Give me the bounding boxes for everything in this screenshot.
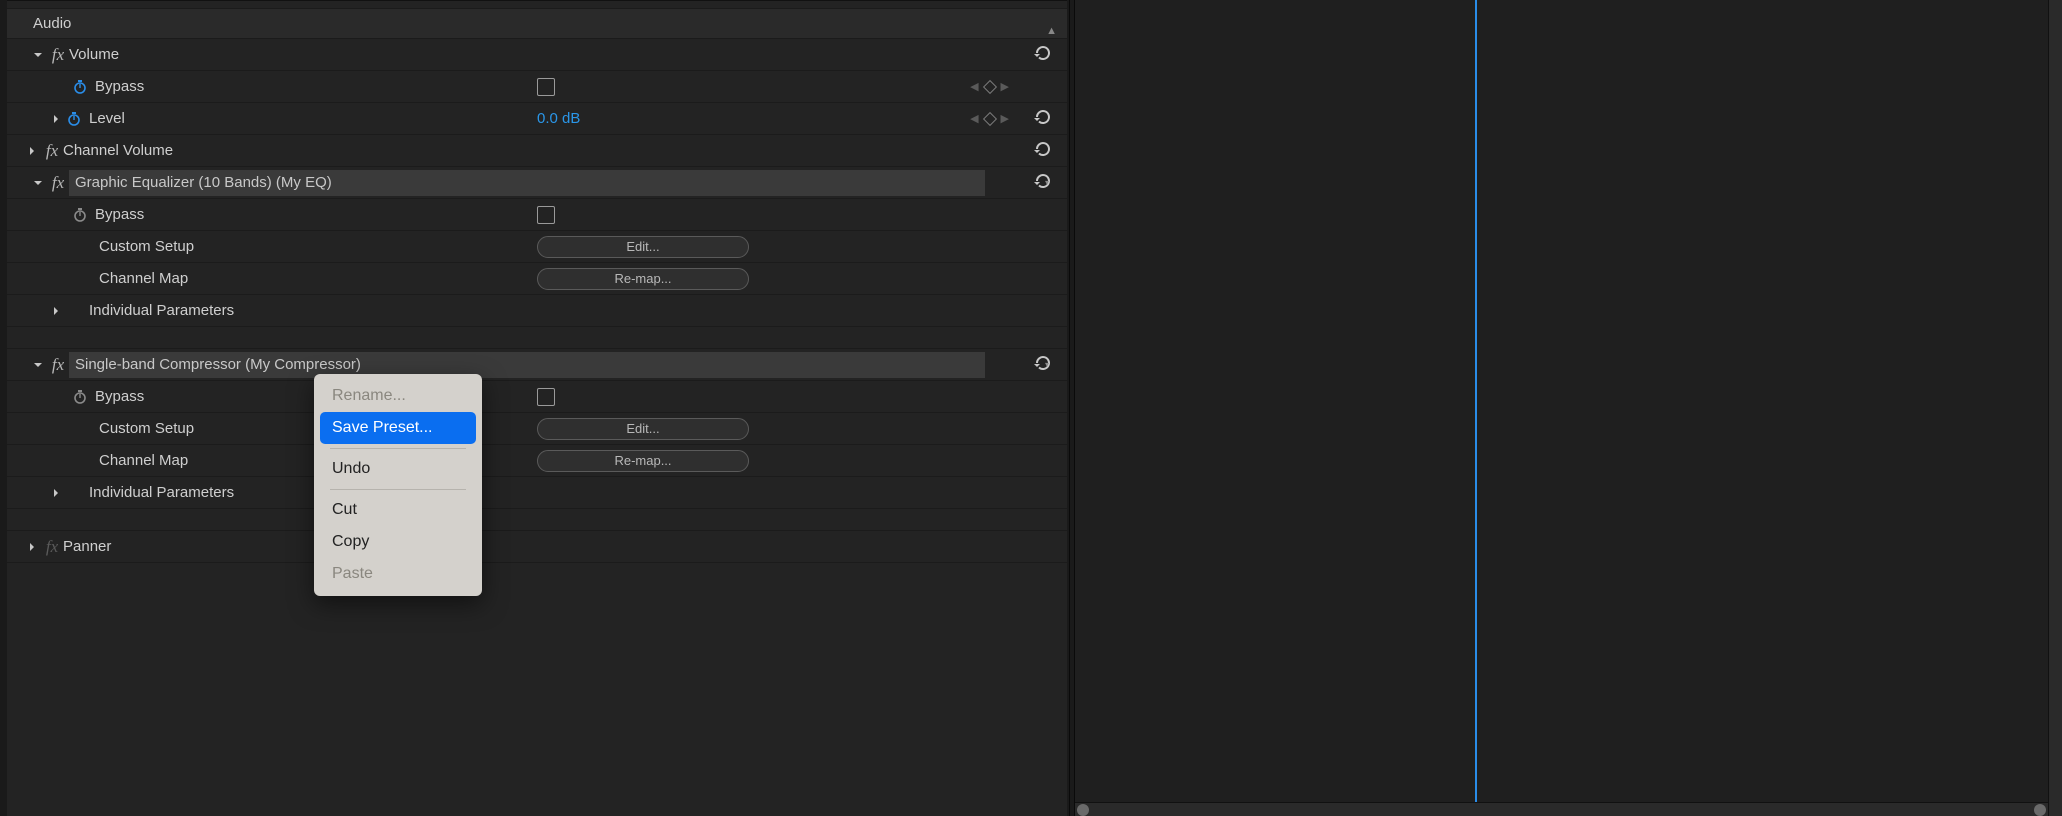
stopwatch-icon-off[interactable] (71, 206, 89, 224)
timeline-area[interactable] (1075, 0, 2062, 816)
ctx-separator (330, 489, 466, 490)
keyframe-nav[interactable]: ◀ ▶ (970, 112, 1009, 125)
ctx-undo[interactable]: Undo (320, 453, 476, 485)
reset-icon[interactable] (1033, 171, 1053, 195)
param-row-comp-individual[interactable]: Individual Parameters (7, 477, 1067, 509)
effect-row-eq[interactable]: fx Graphic Equalizer (10 Bands) (My EQ) … (7, 167, 1067, 199)
effect-row-compressor[interactable]: fx Single-band Compressor (My Compressor… (7, 349, 1067, 381)
next-keyframe-icon[interactable]: ▶ (1001, 80, 1009, 93)
timeline-right-strip (2048, 0, 2062, 816)
keyframe-nav[interactable]: ◀ ▶ (970, 80, 1009, 93)
effect-name: Panner (63, 538, 111, 555)
param-row-comp-channel-map: Channel Map Re-map... (7, 445, 1067, 477)
fx-icon[interactable]: fx (41, 141, 63, 161)
param-label: Individual Parameters (89, 484, 234, 501)
param-label: Bypass (95, 206, 144, 223)
timeline-zoom-scroll[interactable] (1075, 802, 2048, 816)
level-value[interactable]: 0.0 dB (537, 110, 580, 127)
playhead-indicator[interactable] (1475, 0, 1477, 816)
add-keyframe-icon[interactable] (982, 111, 996, 125)
remap-button[interactable]: Re-map... (537, 268, 749, 290)
effect-row-channel-volume[interactable]: fx Channel Volume (7, 135, 1067, 167)
scroll-up-icon[interactable]: ▲ (1046, 25, 1057, 37)
audio-section-header[interactable]: Audio ▲ (7, 9, 1067, 39)
fx-icon[interactable]: fx (47, 355, 69, 375)
effect-menu-icon[interactable]: ▾ (1045, 360, 1049, 369)
ctx-paste: Paste (320, 558, 476, 590)
twisty-channel-volume[interactable] (23, 146, 41, 156)
reset-icon[interactable] (1033, 353, 1053, 377)
param-label: Custom Setup (99, 420, 194, 437)
effect-menu-icon[interactable]: ▾ (1045, 178, 1049, 187)
zoom-handle-left[interactable] (1077, 804, 1089, 816)
param-row-eq-channel-map: Channel Map Re-map... (7, 263, 1067, 295)
ctx-save-preset[interactable]: Save Preset... (320, 412, 476, 444)
param-row-volume-level: Level 0.0 dB ◀ ▶ (7, 103, 1067, 135)
zoom-handle-right[interactable] (2034, 804, 2046, 816)
stopwatch-icon[interactable] (71, 78, 89, 96)
effect-name: Channel Volume (63, 142, 173, 159)
param-row-eq-custom-setup: Custom Setup Edit... (7, 231, 1067, 263)
effect-controls-panel: Audio ▲ fx Volume Bypass ◀ ▶ (7, 0, 1067, 816)
param-label: Bypass (95, 388, 144, 405)
ctx-cut[interactable]: Cut (320, 494, 476, 526)
bypass-checkbox[interactable] (537, 78, 555, 96)
spacer-row (7, 327, 1067, 349)
effect-row-panner[interactable]: fx Panner (7, 531, 1067, 563)
fx-icon[interactable]: fx (47, 173, 69, 193)
param-row-comp-bypass: Bypass (7, 381, 1067, 413)
next-keyframe-icon[interactable]: ▶ (1001, 112, 1009, 125)
twisty-level[interactable] (47, 114, 65, 124)
twisty-individual[interactable] (47, 306, 65, 316)
param-row-eq-bypass: Bypass (7, 199, 1067, 231)
twisty-comp[interactable] (29, 360, 47, 370)
twisty-eq[interactable] (29, 178, 47, 188)
prev-keyframe-icon[interactable]: ◀ (970, 112, 978, 125)
param-label: Channel Map (99, 452, 188, 469)
effect-name-compressor[interactable]: Single-band Compressor (My Compressor) (69, 352, 985, 378)
twisty-volume[interactable] (29, 50, 47, 60)
stopwatch-icon[interactable] (65, 110, 83, 128)
param-row-volume-bypass: Bypass ◀ ▶ (7, 71, 1067, 103)
param-label: Level (89, 110, 125, 127)
reset-icon[interactable] (1033, 43, 1053, 67)
audio-label: Audio (29, 15, 71, 32)
param-row-eq-individual[interactable]: Individual Parameters (7, 295, 1067, 327)
ctx-rename: Rename... (320, 380, 476, 412)
edit-button[interactable]: Edit... (537, 418, 749, 440)
param-label: Bypass (95, 78, 144, 95)
param-label: Channel Map (99, 270, 188, 287)
ctx-copy[interactable]: Copy (320, 526, 476, 558)
prev-keyframe-icon[interactable]: ◀ (970, 80, 978, 93)
remap-button[interactable]: Re-map... (537, 450, 749, 472)
reset-icon[interactable] (1033, 139, 1053, 163)
row-stub (7, 1, 1067, 9)
stopwatch-icon-off[interactable] (71, 388, 89, 406)
param-label: Individual Parameters (89, 302, 234, 319)
effect-name-eq[interactable]: Graphic Equalizer (10 Bands) (My EQ) (69, 170, 985, 196)
param-row-comp-custom-setup: Custom Setup Edit... (7, 413, 1067, 445)
ctx-separator (330, 448, 466, 449)
add-keyframe-icon[interactable] (982, 79, 996, 93)
twisty-individual[interactable] (47, 488, 65, 498)
effect-row-volume[interactable]: fx Volume (7, 39, 1067, 71)
param-label: Custom Setup (99, 238, 194, 255)
spacer-row (7, 509, 1067, 531)
bypass-checkbox[interactable] (537, 388, 555, 406)
bypass-checkbox[interactable] (537, 206, 555, 224)
fx-icon-dim[interactable]: fx (41, 537, 63, 557)
fx-icon[interactable]: fx (47, 45, 69, 65)
reset-icon[interactable] (1033, 107, 1053, 131)
edit-button[interactable]: Edit... (537, 236, 749, 258)
context-menu: Rename... Save Preset... Undo Cut Copy P… (314, 374, 482, 596)
twisty-panner[interactable] (23, 542, 41, 552)
effect-name-volume: Volume (69, 46, 119, 63)
